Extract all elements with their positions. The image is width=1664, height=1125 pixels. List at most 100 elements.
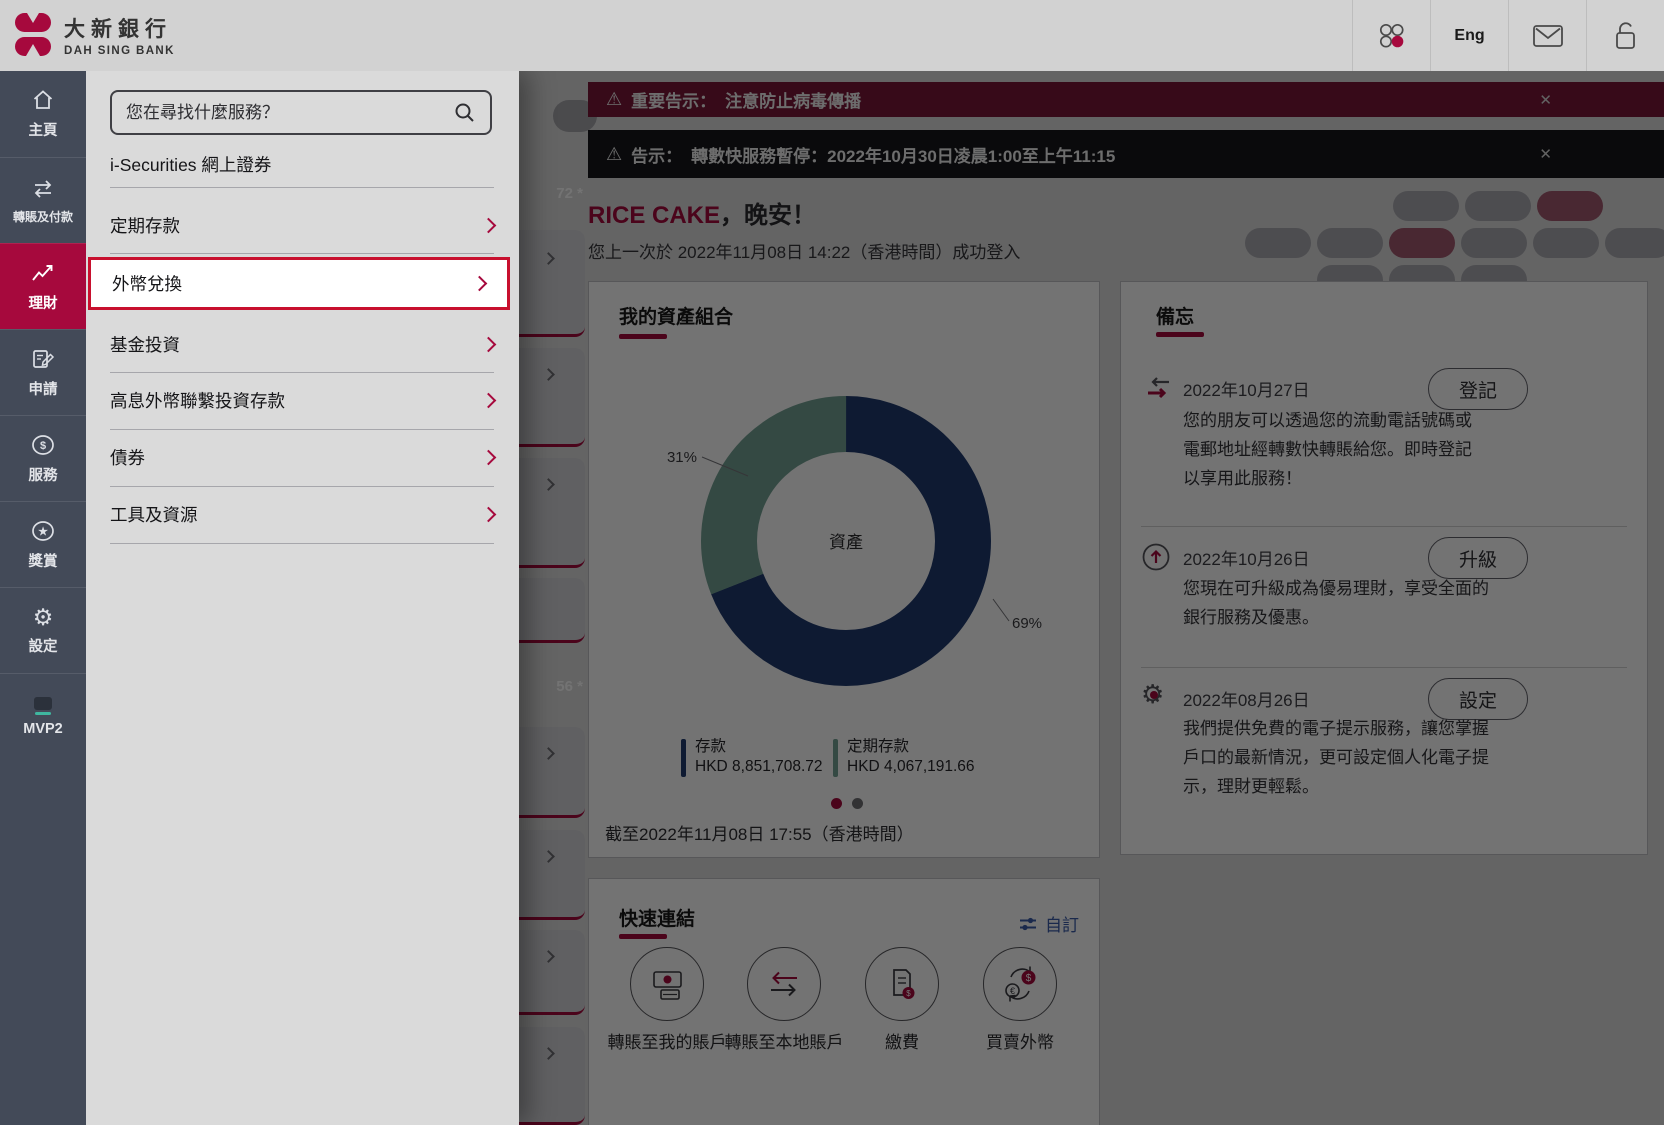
alert-label: 告示：	[631, 142, 682, 167]
star-circle-icon: ★	[30, 519, 56, 543]
svg-text:★: ★	[38, 526, 48, 538]
account-card-fragment[interactable]	[519, 458, 585, 568]
quick-link-label: 轉賬至我的賬戶	[608, 1030, 727, 1056]
language-label: Eng	[1454, 27, 1484, 45]
menu-item-tools-resources[interactable]: 工具及資源	[110, 487, 494, 542]
user-name: RICE CAKE	[588, 202, 720, 229]
divider	[110, 253, 494, 254]
account-card-fragment[interactable]	[519, 830, 585, 920]
account-balance-fragment: 56 *	[519, 678, 583, 695]
menu-item-label: 高息外幣聯繫投資存款	[110, 388, 285, 413]
percent-label-small: 31%	[667, 449, 697, 466]
sidebar-item-wealth[interactable]: 理財	[0, 243, 86, 329]
sidebar-item-home[interactable]: 主頁	[0, 71, 86, 157]
divider	[110, 187, 494, 188]
account-card-fragment[interactable]	[519, 1027, 585, 1125]
sliders-icon	[1018, 914, 1038, 934]
apps-grid-button[interactable]	[1352, 0, 1430, 71]
alert-message: 注意防止病毒傳播	[725, 87, 861, 112]
bank-name-en: DAH SING BANK	[64, 45, 175, 57]
language-toggle[interactable]: Eng	[1430, 0, 1508, 71]
account-card-fragment[interactable]	[519, 930, 585, 1015]
svg-text:$: $	[906, 989, 911, 998]
logout-button[interactable]	[1586, 0, 1664, 71]
svg-text:$: $	[1026, 973, 1032, 984]
account-card-fragment[interactable]	[519, 348, 585, 447]
memo-card: 備忘 2022年10月27日 登記 您的朋友可以透過您的流動電話號碼或電郵地址經…	[1120, 281, 1648, 855]
transfer-arrows-icon	[30, 177, 56, 201]
portfolio-card: 我的資產組合 資產 31% 69% 存款 HKD 8,851,708.72	[588, 281, 1100, 858]
quick-link-transfer-local[interactable]: 轉賬至本地賬戶	[724, 947, 844, 1056]
chevron-right-icon	[542, 478, 555, 491]
bank-logo[interactable]: 大新銀行 DAH SING BANK	[14, 12, 175, 58]
menu-item-currency-linked-deposit[interactable]: 高息外幣聯繫投資存款	[110, 373, 494, 428]
main-content: 72 * 56 * ⚠ 重要告示： 注意防止病毒傳播 ✕ ⚠ 告示： 轉數快服務…	[519, 71, 1664, 1125]
legend-value: HKD 8,851,708.72	[695, 757, 823, 777]
chevron-right-icon	[542, 950, 555, 963]
account-card-fragment[interactable]	[519, 578, 585, 643]
divider	[110, 543, 494, 544]
sidebar-item-label: 轉賬及付款	[13, 208, 73, 225]
search-icon[interactable]	[454, 102, 476, 124]
menu-item-isecurities[interactable]: i-Securities 網上證券	[110, 147, 494, 181]
header-actions: Eng	[1352, 0, 1664, 71]
legend-label: 定期存款	[847, 737, 975, 757]
search-input[interactable]	[126, 103, 454, 123]
top-header: 大新銀行 DAH SING BANK Eng	[0, 0, 1664, 71]
sidebar-item-transfers-payments[interactable]: 轉賬及付款	[0, 157, 86, 243]
legend-label: 存款	[695, 737, 823, 757]
quick-links-card: 快速連結 自訂	[588, 878, 1100, 1125]
menu-item-time-deposit[interactable]: 定期存款	[110, 197, 494, 253]
sidebar-item-label: 理財	[29, 292, 58, 313]
memo-text: 我們提供免費的電子提示服務，讓您掌握戶口的最新情況，更可設定個人化電子提示，理財…	[1183, 714, 1493, 801]
close-icon[interactable]: ✕	[1539, 91, 1552, 109]
sidebar-item-apply[interactable]: 申請	[0, 329, 86, 415]
quick-link-fx-trade[interactable]: $ € 買賣外幣	[960, 947, 1080, 1056]
customize-label: 自訂	[1045, 911, 1079, 936]
chevron-right-icon	[481, 507, 497, 523]
svg-text:$: $	[40, 440, 46, 452]
divider	[1141, 526, 1627, 527]
legend-deposits: 存款 HKD 8,851,708.72	[681, 737, 823, 777]
menu-item-label: i-Securities 網上證券	[110, 152, 271, 177]
sidebar-item-settings[interactable]: ⚙ 設定	[0, 587, 86, 673]
memo-text: 您的朋友可以透過您的流動電話號碼或電郵地址經轉數快轉賬給您。即時登記以享用此服務…	[1183, 406, 1483, 493]
wealth-flyout-menu: i-Securities 網上證券 定期存款 外幣兌換 基金投資 高息外幣聯繫投…	[86, 71, 519, 1125]
carousel-dot-active[interactable]	[831, 798, 842, 809]
svg-text:€: €	[1010, 986, 1015, 996]
quick-link-label: 繳費	[885, 1030, 919, 1056]
chevron-right-icon	[542, 368, 555, 381]
quick-link-pay-bills[interactable]: $ 繳費	[842, 947, 962, 1056]
carousel-dot[interactable]	[852, 798, 863, 809]
gear-dot-icon: ⚙	[1141, 680, 1164, 708]
quick-links-title: 快速連結	[619, 904, 695, 931]
sidebar-item-services[interactable]: $ 服務	[0, 415, 86, 501]
important-alert-banner: ⚠ 重要告示： 注意防止病毒傳播 ✕	[588, 82, 1664, 117]
menu-item-fx-exchange-highlighted[interactable]: 外幣兌換	[88, 257, 510, 310]
chevron-right-icon	[481, 337, 497, 353]
chevron-right-icon	[472, 276, 488, 292]
account-card-fragment[interactable]	[519, 727, 585, 818]
title-underline	[1156, 332, 1204, 337]
legend-value: HKD 4,067,191.66	[847, 757, 975, 777]
messages-button[interactable]	[1508, 0, 1586, 71]
memo-date: 2022年10月27日	[1183, 376, 1310, 401]
account-card-fragment[interactable]	[519, 230, 585, 337]
upgrade-circle-icon	[1141, 542, 1171, 572]
customize-button[interactable]: 自訂	[1018, 911, 1079, 936]
document-pen-icon	[30, 347, 56, 371]
close-icon[interactable]: ✕	[1539, 145, 1552, 163]
unlock-icon	[1613, 20, 1639, 52]
sidebar-item-rewards[interactable]: ★ 獎賞	[0, 501, 86, 587]
menu-item-bonds[interactable]: 債券	[110, 430, 494, 485]
service-search[interactable]	[110, 90, 492, 135]
alert-message: 轉數快服務暫停：2022年10月30日凌晨1:00至上午11:15	[691, 142, 1115, 167]
menu-item-fund-investment[interactable]: 基金投資	[110, 317, 494, 372]
sidebar-item-mvp2[interactable]: MVP2	[0, 673, 86, 759]
chevron-right-icon	[481, 393, 497, 409]
upgrade-button[interactable]: 升級	[1428, 537, 1528, 579]
register-button[interactable]: 登記	[1428, 368, 1528, 410]
warning-icon: ⚠	[606, 89, 622, 110]
title-underline	[619, 334, 667, 339]
quick-link-transfer-own[interactable]: 轉賬至我的賬戶	[607, 947, 727, 1056]
